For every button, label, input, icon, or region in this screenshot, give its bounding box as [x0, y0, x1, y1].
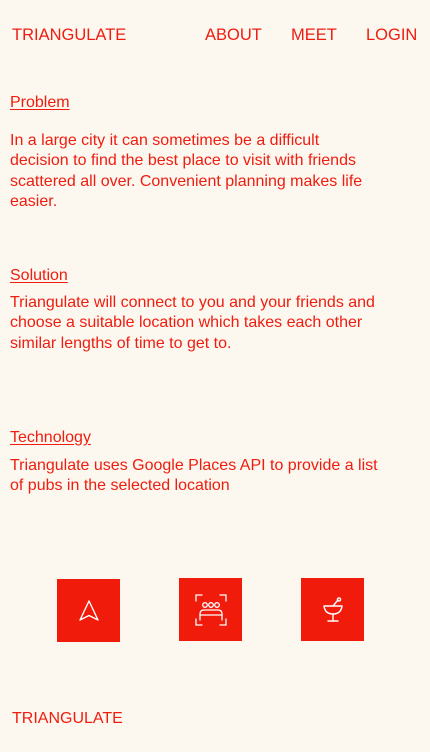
problem-text: In a large city it can sometimes be a di…	[10, 132, 363, 210]
cocktail-glass-icon	[322, 596, 343, 622]
solution-heading: Solution	[10, 267, 68, 284]
group-tile	[179, 578, 242, 641]
brand-logo-link[interactable]: TRIANGULATE	[12, 26, 126, 45]
technology-text: Triangulate uses Google Places API to pr…	[10, 457, 378, 495]
navigation-arrow-icon	[78, 599, 99, 621]
nav-link-login[interactable]: LOGIN	[366, 26, 417, 45]
group-of-people-icon	[194, 593, 227, 626]
footer-brand: TRIANGULATE	[12, 710, 123, 727]
top-navigation: TRIANGULATE ABOUT MEET LOGIN	[0, 26, 430, 48]
problem-heading: Problem	[10, 94, 70, 111]
technology-heading: Technology	[10, 429, 91, 446]
nav-link-about[interactable]: ABOUT	[205, 26, 262, 45]
nav-link-meet[interactable]: MEET	[291, 26, 337, 45]
solution-text: Triangulate will connect to you and your…	[10, 294, 375, 352]
drinks-tile	[301, 578, 364, 641]
navigation-tile	[57, 579, 120, 642]
